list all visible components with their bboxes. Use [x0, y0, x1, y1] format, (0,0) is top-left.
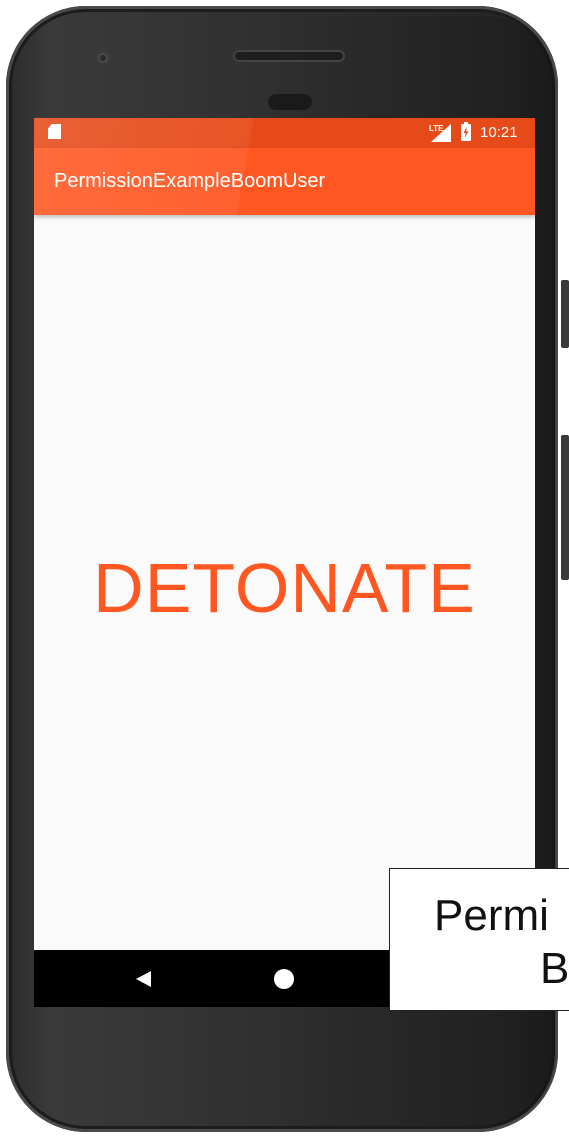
app-bar: PermissionExampleBoomUser [34, 148, 535, 215]
power-button[interactable] [561, 280, 569, 348]
sd-card-icon [48, 124, 61, 139]
back-icon[interactable] [136, 971, 151, 987]
overlay-caption-box: Permi B [389, 868, 569, 1011]
home-icon[interactable] [274, 969, 294, 989]
volume-button[interactable] [561, 435, 569, 580]
proximity-sensor [268, 94, 312, 110]
caption-line-2: B [540, 944, 569, 993]
charging-bolt-icon [463, 127, 469, 138]
detonate-button[interactable]: DETONATE [34, 548, 535, 628]
status-clock: 10:21 [480, 124, 518, 141]
app-title: PermissionExampleBoomUser [54, 170, 326, 192]
status-bar: LTE 10:21 [34, 118, 535, 148]
battery-charging-icon [461, 122, 471, 141]
stage: LTE 10:21 PermissionExampleBoomUser DETO… [0, 0, 569, 1138]
earpiece-speaker [233, 50, 345, 62]
network-type-label: LTE [429, 124, 444, 133]
caption-line-1: Permi [434, 891, 549, 940]
front-camera-icon [95, 50, 111, 66]
